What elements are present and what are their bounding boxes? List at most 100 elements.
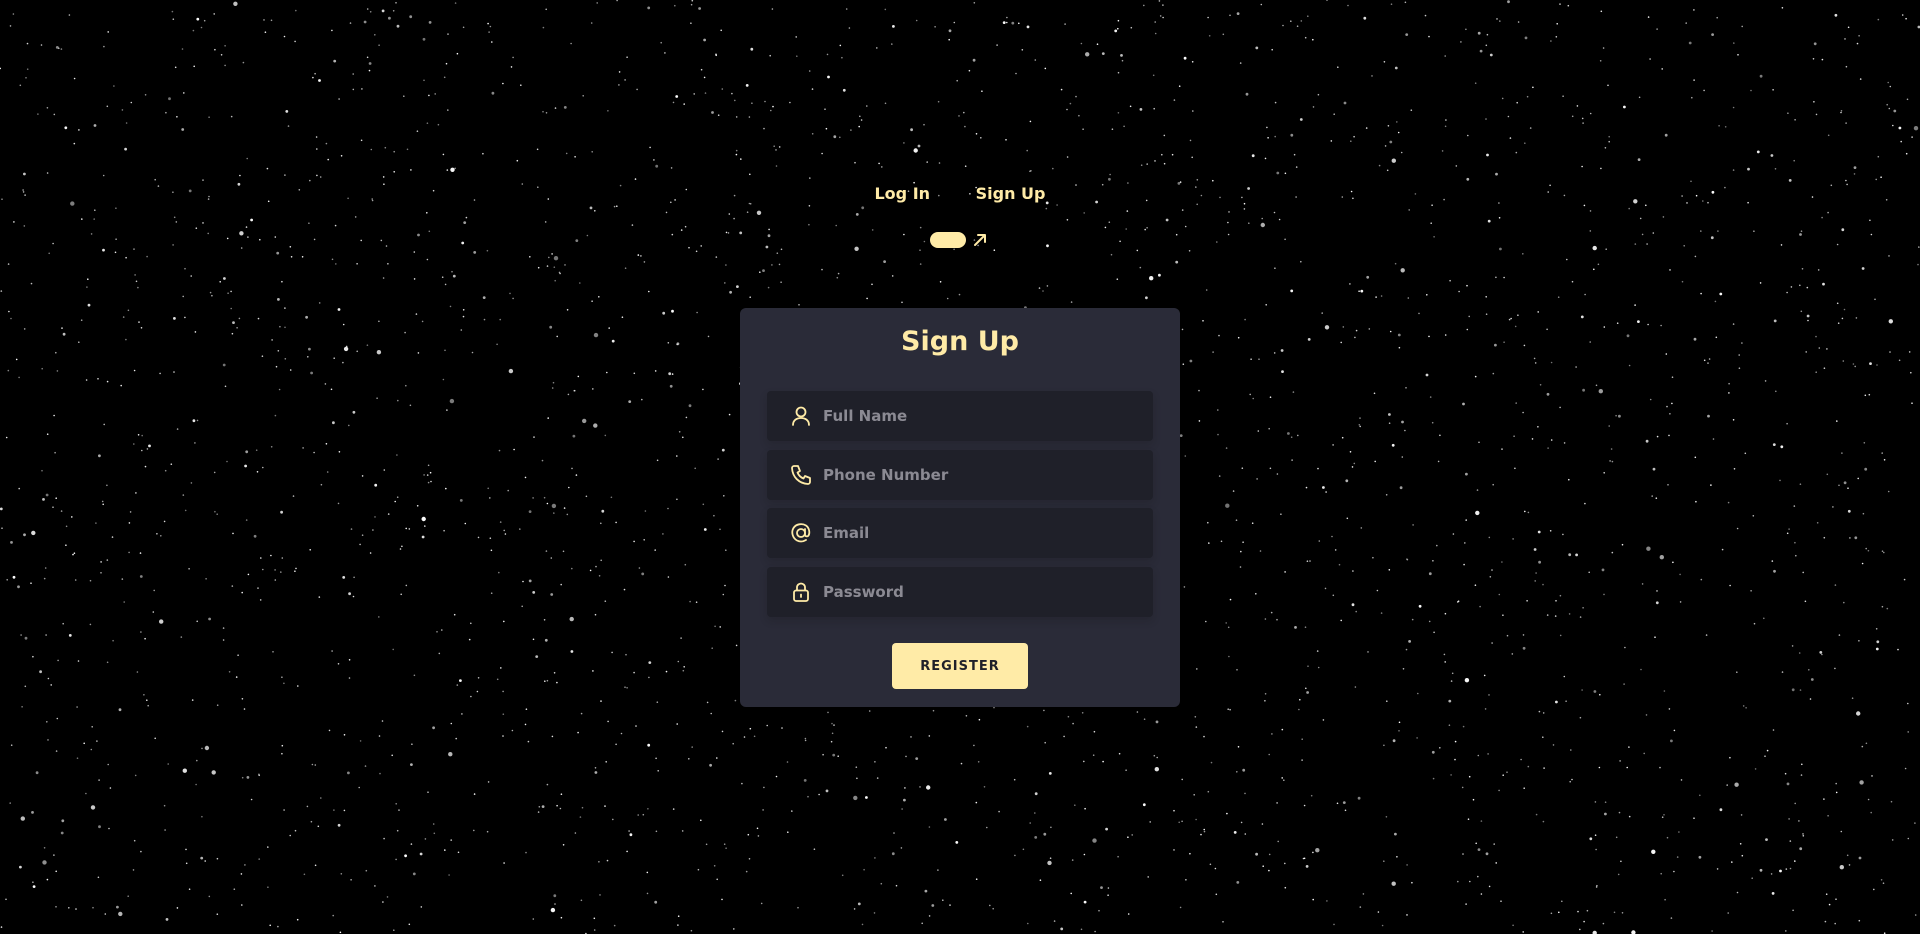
star: [1351, 466, 1354, 468]
star: [1383, 744, 1385, 747]
star: [319, 176, 322, 178]
star: [102, 248, 105, 252]
star: [1659, 555, 1665, 560]
star: [535, 655, 539, 658]
star: [1278, 218, 1281, 221]
tab-signup[interactable]: Sign Up: [976, 184, 1046, 203]
star: [695, 250, 698, 253]
star: [1571, 280, 1574, 283]
star: [633, 671, 635, 674]
star: [443, 529, 445, 532]
star: [594, 767, 597, 769]
star: [502, 82, 504, 85]
star: [283, 682, 285, 685]
star: [204, 745, 210, 751]
star: [1827, 815, 1829, 817]
star: [1508, 318, 1511, 321]
star: [1645, 439, 1649, 443]
star: [683, 103, 685, 105]
star: [1533, 357, 1536, 360]
star: [1589, 230, 1592, 232]
star: [156, 533, 158, 535]
star: [476, 690, 479, 693]
star: [376, 397, 378, 400]
password-input[interactable]: [823, 567, 1143, 617]
star: [359, 543, 361, 546]
star: [1753, 622, 1756, 625]
star: [1333, 113, 1335, 115]
star: [866, 105, 868, 107]
star: [1773, 319, 1777, 323]
star: [702, 503, 705, 506]
star: [509, 292, 511, 295]
star: [1511, 653, 1514, 655]
signup-card: Sign Up Full Name Phone Number Email REG…: [740, 308, 1180, 707]
star: [1318, 540, 1321, 542]
star: [1618, 811, 1621, 814]
star: [1786, 782, 1790, 786]
star: [1589, 210, 1592, 212]
star: [1276, 171, 1280, 175]
star: [781, 727, 783, 729]
star: [290, 255, 293, 258]
star: [1189, 359, 1193, 363]
star: [277, 925, 279, 928]
star: [1859, 780, 1864, 785]
star: [1690, 180, 1692, 183]
star: [1771, 560, 1774, 562]
star: [611, 651, 613, 654]
star: [297, 685, 299, 687]
star: [135, 492, 137, 494]
star: [144, 637, 146, 640]
star: [1800, 230, 1803, 232]
auth-toggle-switch[interactable]: [930, 232, 966, 248]
star: [1027, 922, 1029, 925]
star: [680, 637, 682, 639]
star: [575, 239, 579, 243]
star: [1538, 710, 1541, 713]
star: [46, 172, 49, 174]
phone-number-input[interactable]: [823, 450, 1143, 500]
star: [1242, 768, 1246, 772]
star: [853, 908, 856, 910]
star: [748, 116, 751, 118]
star: [1445, 119, 1447, 121]
star: [1669, 269, 1671, 271]
star: [26, 42, 29, 45]
register-button[interactable]: REGISTER: [892, 643, 1028, 689]
star: [1844, 38, 1846, 40]
star: [0, 290, 3, 292]
star: [653, 159, 655, 161]
star: [451, 270, 453, 273]
star: [1192, 110, 1194, 112]
star: [428, 230, 431, 233]
star: [1026, 149, 1028, 152]
star: [1127, 913, 1130, 915]
star: [1911, 136, 1913, 138]
star: [839, 44, 842, 47]
star: [52, 242, 54, 245]
star: [140, 850, 142, 853]
star: [1337, 66, 1339, 68]
star: [1888, 255, 1890, 257]
tab-login[interactable]: Log In: [874, 184, 930, 203]
star: [1274, 135, 1276, 138]
full-name-field: [767, 391, 1153, 441]
star: [536, 148, 539, 151]
star: [337, 663, 340, 665]
full-name-input[interactable]: [823, 391, 1143, 441]
star: [728, 213, 731, 215]
star: [1161, 153, 1163, 156]
star: [1593, 690, 1597, 693]
star: [923, 240, 926, 243]
star: [1652, 232, 1655, 234]
star: [1495, 276, 1497, 279]
star: [1269, 396, 1272, 399]
star: [1136, 249, 1139, 252]
star: [423, 79, 425, 82]
star: [343, 734, 346, 736]
star: [230, 307, 232, 310]
email-input[interactable]: [823, 508, 1143, 558]
star: [1869, 219, 1871, 222]
star: [1227, 233, 1230, 236]
